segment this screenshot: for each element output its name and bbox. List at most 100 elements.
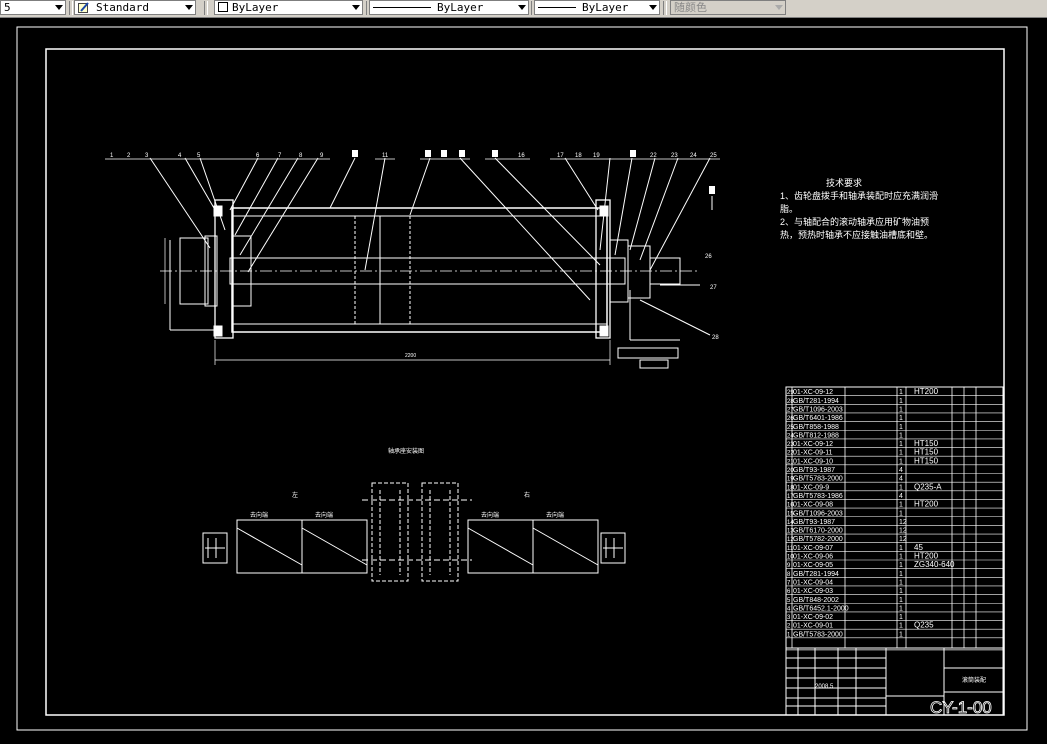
callout-4: 4	[178, 153, 182, 159]
bom-index: 21	[787, 459, 794, 465]
bom-index: 19	[787, 477, 794, 483]
bom-code: 01-XC-09-02	[793, 614, 833, 621]
bom-qty: 1	[899, 571, 903, 578]
callout-11: 11	[382, 153, 389, 159]
bom-qty: 1	[899, 432, 903, 439]
chevron-down-icon	[352, 5, 360, 10]
bom-code: 01-XC-09-10	[793, 458, 833, 465]
bom-index: 14	[787, 520, 794, 526]
bom-qty: 12	[899, 536, 907, 543]
bom-qty: 1	[899, 458, 903, 465]
bom-code: 01-XC-09-11	[793, 450, 833, 457]
bom-material: HT200	[914, 500, 939, 509]
bom-code: 01-XC-09-08	[793, 502, 833, 509]
bom-code: 01-XC-09-12	[793, 389, 833, 396]
plot-style-value: 随颜色	[674, 1, 707, 14]
bom-material: HT200	[914, 387, 939, 396]
linetype-combo[interactable]: ByLayer	[369, 0, 529, 15]
detail-title: 轴承座安装图	[388, 447, 424, 455]
lineweight-value: ByLayer	[582, 1, 629, 14]
bom-qty: 1	[899, 579, 903, 586]
svg-text:2200: 2200	[405, 353, 416, 359]
bom-index: 13	[787, 529, 794, 535]
callout-24: 24	[690, 153, 697, 159]
bom-index: 22	[787, 451, 794, 457]
bom-index: 10	[787, 555, 794, 561]
callout-22: 22	[650, 153, 657, 159]
text-style-combo[interactable]: Standard	[74, 0, 196, 15]
lineweight-sample-icon	[538, 7, 576, 8]
bearing-detail-labels: 轴承座安装图 左 右 去向端 去向端 去向端 去向端	[250, 447, 564, 519]
text-style-value: Standard	[96, 1, 149, 14]
bom-qty: 1	[899, 398, 903, 405]
bom-qty: 1	[899, 554, 903, 561]
bom-index: 11	[787, 546, 794, 552]
sheet-outer-border	[16, 26, 1028, 731]
bom-qty: 1	[899, 623, 903, 630]
bom-index: 3	[787, 615, 791, 621]
scale-value: 5	[4, 1, 11, 14]
bom-index: 18	[787, 485, 794, 491]
callout-28: 28	[712, 335, 719, 341]
bom-qty: 4	[899, 467, 903, 474]
bom-qty: 12	[899, 519, 907, 526]
tech-req-line-2: 脂。	[780, 203, 798, 214]
bom-code: GB/T5783-2000	[793, 476, 843, 483]
bom-code: GB/T1096-2003	[793, 510, 843, 517]
tech-req-line-4: 热，预热时轴承不应接触油槽底和壁。	[780, 229, 933, 240]
detail-label-b: 去向端	[315, 511, 333, 519]
callout-23: 23	[671, 153, 678, 159]
bom-code: 01-XC-09-01	[793, 623, 833, 630]
chevron-down-icon	[649, 5, 657, 10]
bom-index: 23	[787, 442, 794, 448]
lineweight-combo[interactable]: ByLayer	[534, 0, 660, 15]
chevron-down-icon	[518, 5, 526, 10]
properties-toolbar: 5 Standard ByLayer ByLayer ByLayer 随颜色	[0, 0, 1047, 18]
bom-material: Q235-A	[914, 482, 942, 491]
detail-label-d: 去向端	[546, 511, 564, 519]
scale-combo[interactable]: 5	[0, 0, 66, 15]
bom-index: 12	[787, 537, 794, 543]
callout-6: 6	[256, 153, 260, 159]
detail-label-left: 左	[292, 491, 298, 499]
bom-code: 01-XC-09-07	[793, 545, 833, 552]
bom-qty: 1	[899, 424, 903, 431]
bom-code: GB/T858-1988	[793, 424, 839, 431]
bom-material: HT150	[914, 448, 939, 457]
bom-material: HT150	[914, 456, 939, 465]
callout-25: 25	[710, 153, 717, 159]
bom-qty: 1	[899, 389, 903, 396]
toolbar-separator	[663, 1, 667, 15]
bom-qty: 4	[899, 493, 903, 500]
tech-req-line-3: 2、与轴配合的滚动轴承应用矿物油预	[780, 216, 929, 227]
bom-table: 01-XC-09-12 1 HT20029GB/T281-1994 128GB/T10…	[785, 386, 1004, 651]
color-combo[interactable]: ByLayer	[214, 0, 363, 15]
bom-code: 01-XC-09-04	[793, 579, 833, 586]
bom-index: 7	[787, 580, 791, 586]
callout-1: 1	[110, 153, 114, 159]
roller-assembly-view: 2200	[149, 157, 713, 369]
detail-label-c: 去向端	[481, 511, 499, 519]
drawing-canvas[interactable]: 2200 1 2 3 4 5 6 7 8 9 11 16 17 18 19 22…	[0, 18, 1047, 744]
color-swatch-icon	[218, 2, 228, 12]
bom-material: HT150	[914, 439, 939, 448]
linetype-value: ByLayer	[437, 1, 484, 14]
bom-index: 17	[787, 494, 794, 500]
bom-code: 01-XC-09-03	[793, 588, 833, 595]
bom-index: 5	[787, 598, 791, 604]
bom-index: 6	[787, 589, 791, 595]
callout-8: 8	[299, 153, 303, 159]
bom-qty: 1	[899, 562, 903, 569]
plot-style-combo[interactable]: 随颜色	[670, 0, 786, 15]
title-block-date: 2008.5	[815, 684, 834, 690]
bom-index: 28	[787, 399, 794, 405]
toolbar-separator	[69, 1, 73, 15]
bom-code: GB/T93-1987	[793, 467, 835, 474]
technical-requirements: 技术要求 1、齿轮盘拨手和轴承装配时应充满润滑 脂。 2、与轴配合的滚动轴承应用…	[780, 177, 938, 240]
bom-code: 01-XC-09-12	[793, 441, 833, 448]
chevron-down-icon	[775, 5, 783, 10]
bom-qty: 1	[899, 597, 903, 604]
tech-req-line-1: 1、齿轮盘拨手和轴承装配时应充满润滑	[780, 190, 938, 201]
bom-qty: 1	[899, 484, 903, 491]
callout-27: 27	[710, 285, 717, 291]
